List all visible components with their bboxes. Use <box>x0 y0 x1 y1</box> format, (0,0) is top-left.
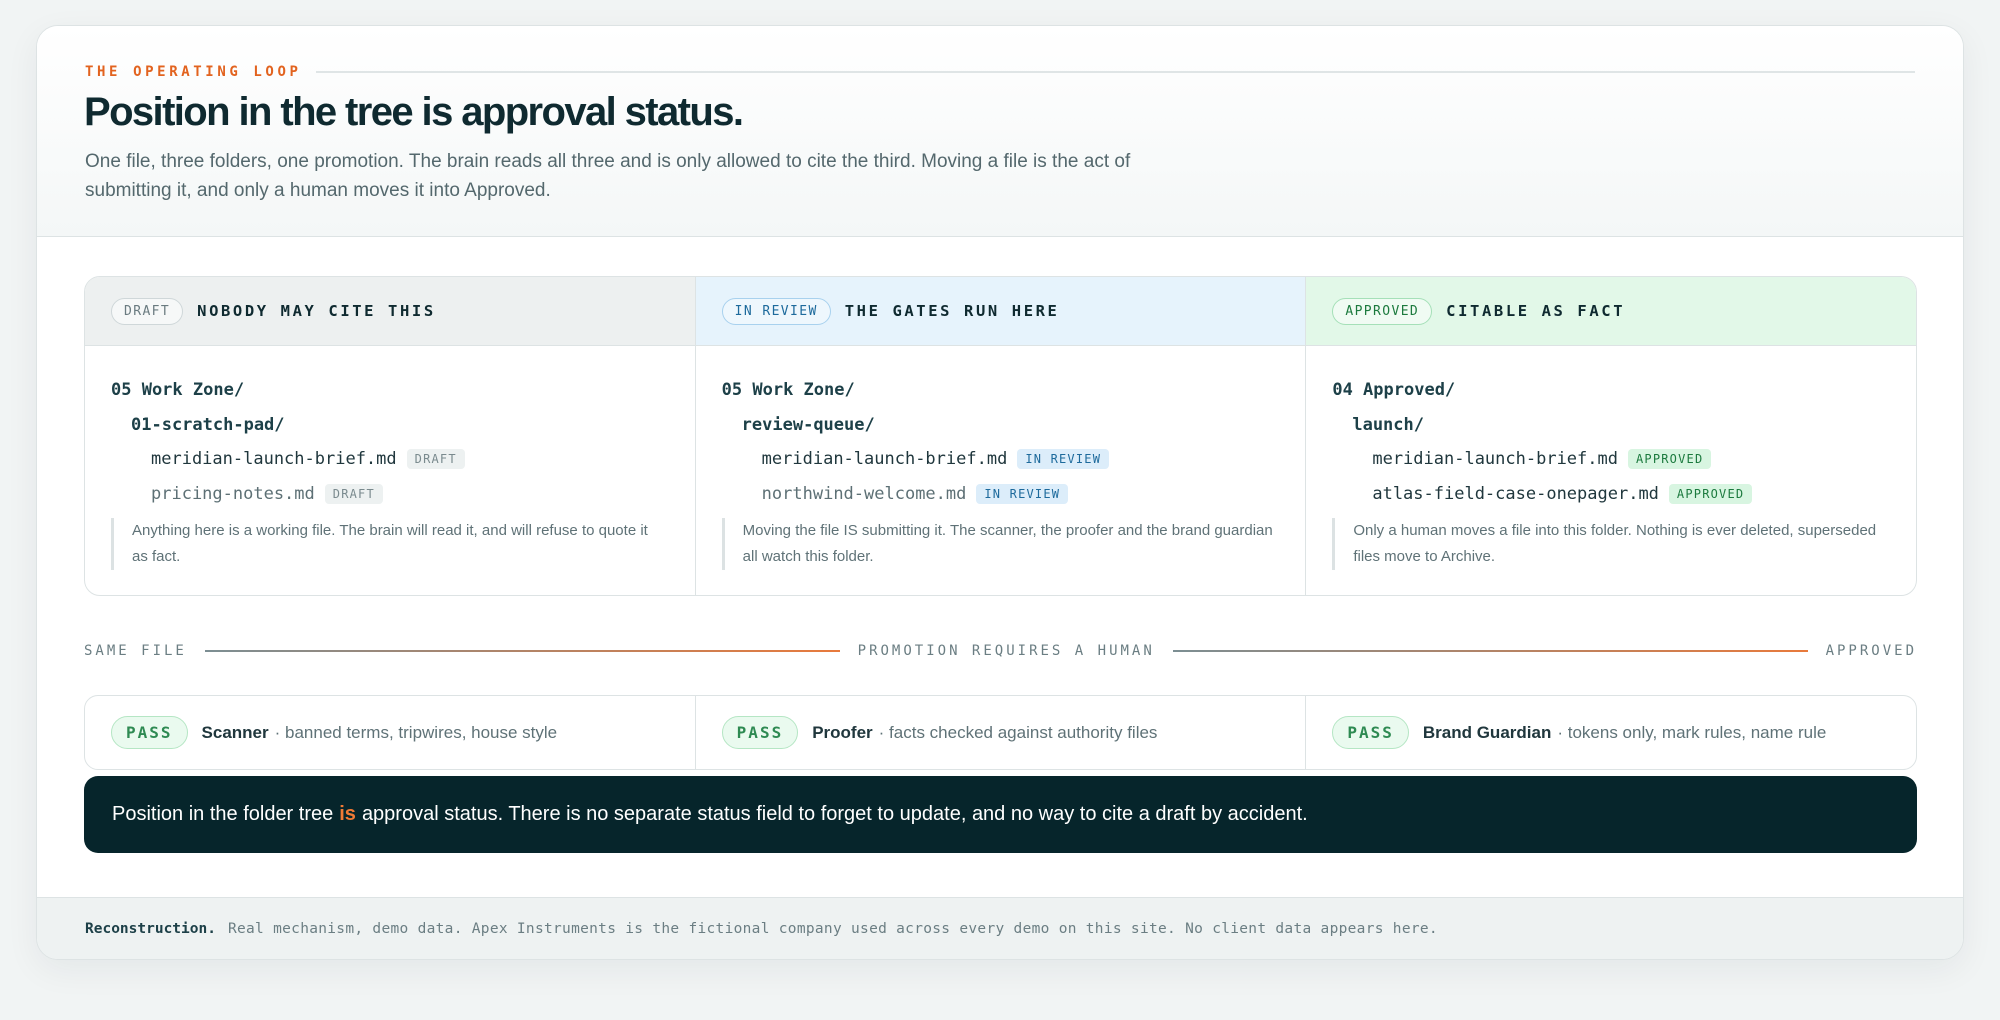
pass-badge: PASS <box>1332 716 1409 749</box>
column-approved: APPROVED CITABLE AS FACT 04 Approved/ la… <box>1306 277 1916 595</box>
folder-columns: DRAFT NOBODY MAY CITE THIS 05 Work Zone/… <box>84 276 1917 596</box>
folder-tree: 05 Work Zone/ 01-scratch-pad/ meridian-l… <box>111 373 465 511</box>
gate-name: Scanner <box>201 722 269 742</box>
status-tag: APPROVED <box>1668 483 1753 504</box>
status-tag: APPROVED <box>1627 449 1712 470</box>
folder-sub[interactable]: review-queue/ <box>722 408 1109 443</box>
page-title: Position in the tree is approval status. <box>84 90 744 134</box>
file-item[interactable]: meridian-launch-brief.md APPROVED <box>1332 442 1752 477</box>
folder-tree: 04 Approved/ launch/ meridian-launch-bri… <box>1332 373 1753 512</box>
pass-badge: PASS <box>721 716 799 749</box>
gate-name: Brand Guardian <box>1422 722 1552 742</box>
footer-note: Reconstruction. Real mechanism, demo dat… <box>37 897 1963 959</box>
gate-results: PASS Scanner · banned terms, tripwires, … <box>84 695 1917 770</box>
file-name: atlas-field-case-onepager.md <box>1372 483 1659 504</box>
gate-name: Proofer <box>812 722 873 742</box>
promotion-right-label: APPROVED <box>1825 643 1918 659</box>
statement-accent: is <box>339 803 356 825</box>
eyebrow-row: THE OPERATING LOOP <box>85 64 1915 80</box>
status-pill: APPROVED <box>1332 297 1433 325</box>
gate-description: · facts checked against authority files <box>878 722 1158 742</box>
column-title: NOBODY MAY CITE THIS <box>197 302 436 320</box>
gate-description: · tokens only, mark rules, name rule <box>1557 722 1827 742</box>
promotion-center-label: PROMOTION REQUIRES A HUMAN <box>857 643 1155 659</box>
promotion-left-label: SAME FILE <box>84 643 187 659</box>
status-tag: IN REVIEW <box>976 483 1069 504</box>
file-item[interactable]: pricing-notes.md DRAFT <box>111 477 465 512</box>
file-name: pricing-notes.md <box>151 483 315 504</box>
operating-loop-card: THE OPERATING LOOP Position in the tree … <box>36 25 1964 960</box>
eyebrow-label: THE OPERATING LOOP <box>85 64 302 80</box>
file-name: meridian-launch-brief.md <box>761 449 1008 470</box>
column-note: Moving the file IS submitting it. The sc… <box>721 518 1276 570</box>
page-subtitle: One file, three folders, one promotion. … <box>85 151 1131 201</box>
file-name: meridian-launch-brief.md <box>151 449 397 470</box>
status-tag: DRAFT <box>324 483 383 504</box>
gate-description: · banned terms, tripwires, house style <box>274 722 558 742</box>
file-name: northwind-welcome.md <box>761 483 967 504</box>
hero-header: THE OPERATING LOOP Position in the tree … <box>37 26 1963 237</box>
file-item[interactable]: atlas-field-case-onepager.md APPROVED <box>1332 477 1753 512</box>
pass-badge: PASS <box>111 716 188 749</box>
file-item[interactable]: northwind-welcome.md IN REVIEW <box>722 477 1109 512</box>
file-name: meridian-launch-brief.md <box>1372 449 1618 470</box>
column-note: Anything here is a working file. The bra… <box>111 518 665 570</box>
column-title: THE GATES RUN HERE <box>844 302 1060 320</box>
gate-proofer: PASS Proofer · facts checked against aut… <box>696 696 1307 769</box>
folder-root[interactable]: 05 Work Zone/ <box>722 373 1109 408</box>
column-draft: DRAFT NOBODY MAY CITE THIS 05 Work Zone/… <box>85 277 696 595</box>
column-in-review: IN REVIEW THE GATES RUN HERE 05 Work Zon… <box>695 277 1307 595</box>
footer-label: Reconstruction. <box>85 920 216 937</box>
status-tag: IN REVIEW <box>1017 449 1110 470</box>
key-statement-bar: Position in the folder tree is approval … <box>84 776 1917 853</box>
folder-root[interactable]: 05 Work Zone/ <box>111 373 465 408</box>
eyebrow-divider <box>315 71 1915 73</box>
file-item[interactable]: meridian-launch-brief.md IN REVIEW <box>722 442 1110 477</box>
column-header: APPROVED CITABLE AS FACT <box>1306 277 1916 346</box>
folder-root[interactable]: 04 Approved/ <box>1332 373 1752 408</box>
gate-scanner: PASS Scanner · banned terms, tripwires, … <box>85 696 696 769</box>
folder-sub[interactable]: launch/ <box>1332 408 1752 443</box>
footer-text: Real mechanism, demo data. Apex Instrume… <box>227 920 1438 937</box>
column-header: IN REVIEW THE GATES RUN HERE <box>695 277 1306 346</box>
promotion-line-right <box>1172 650 1808 652</box>
statement-after: approval status. There is no separate st… <box>361 803 1308 825</box>
status-tag: DRAFT <box>406 449 465 470</box>
gate-brand-guardian: PASS Brand Guardian · tokens only, mark … <box>1306 696 1916 769</box>
status-pill: DRAFT <box>111 297 184 325</box>
column-note: Only a human moves a file into this fold… <box>1332 518 1886 570</box>
column-header: DRAFT NOBODY MAY CITE THIS <box>85 277 695 346</box>
status-pill: IN REVIEW <box>721 297 831 325</box>
file-item[interactable]: meridian-launch-brief.md DRAFT <box>111 442 465 477</box>
folder-sub[interactable]: 01-scratch-pad/ <box>111 408 465 443</box>
promotion-rule: SAME FILE PROMOTION REQUIRES A HUMAN APP… <box>84 643 1917 659</box>
statement-before: Position in the folder tree <box>112 803 334 825</box>
folder-tree: 05 Work Zone/ review-queue/ meridian-lau… <box>722 373 1110 512</box>
column-title: CITABLE AS FACT <box>1446 302 1626 320</box>
promotion-line-left <box>204 650 840 652</box>
